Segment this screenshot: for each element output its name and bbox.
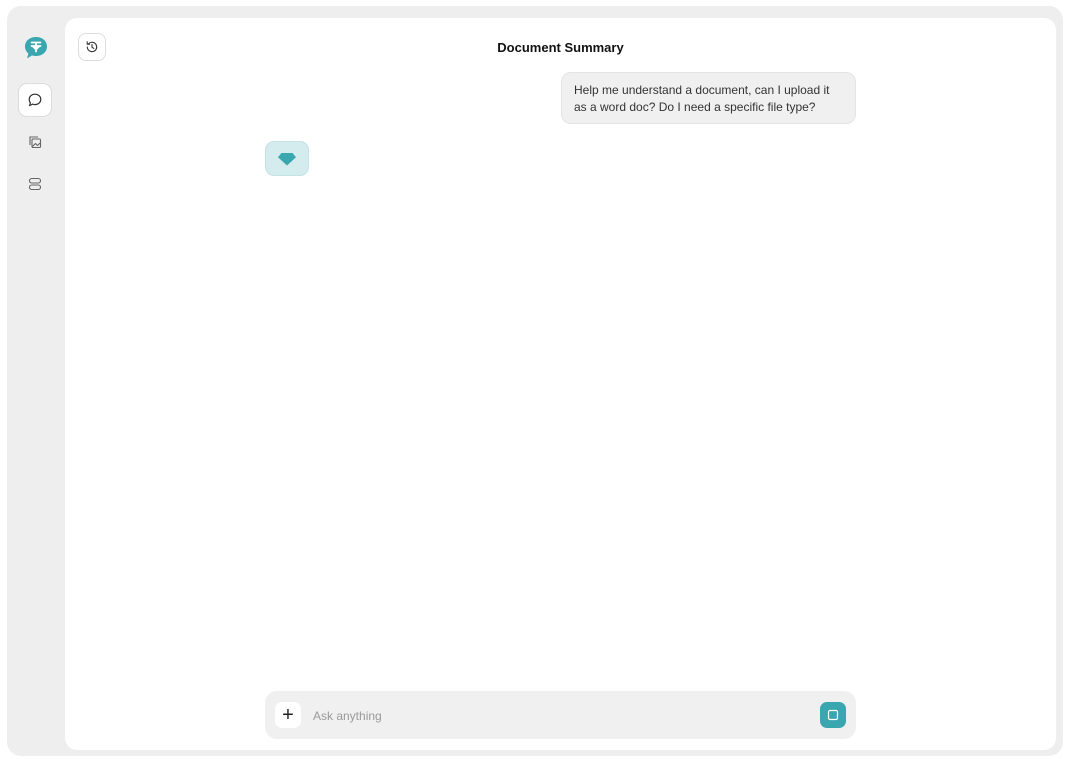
sidebar-item-storage[interactable] [18,167,52,201]
send-button[interactable] [820,702,846,728]
assistant-avatar [265,141,309,176]
add-attachment-button[interactable]: + [275,702,301,728]
gem-icon [278,152,296,165]
message-input[interactable] [311,703,795,729]
page-title: Document Summary [497,40,624,55]
logo-icon [25,37,47,59]
message-composer: + [265,691,856,739]
image-gallery-icon [29,136,42,149]
app-frame: Document Summary Help me understand a do… [7,6,1063,756]
sidebar-item-gallery[interactable] [18,125,52,159]
square-icon [827,709,839,721]
storage-icon [28,177,42,191]
sidebar [7,6,65,756]
sidebar-item-chat[interactable] [18,83,52,117]
app-logo[interactable] [22,34,50,62]
chat-bubble-icon [28,93,42,107]
main-panel: Document Summary Help me understand a do… [65,18,1056,750]
user-message: Help me understand a document, can I upl… [561,72,856,124]
